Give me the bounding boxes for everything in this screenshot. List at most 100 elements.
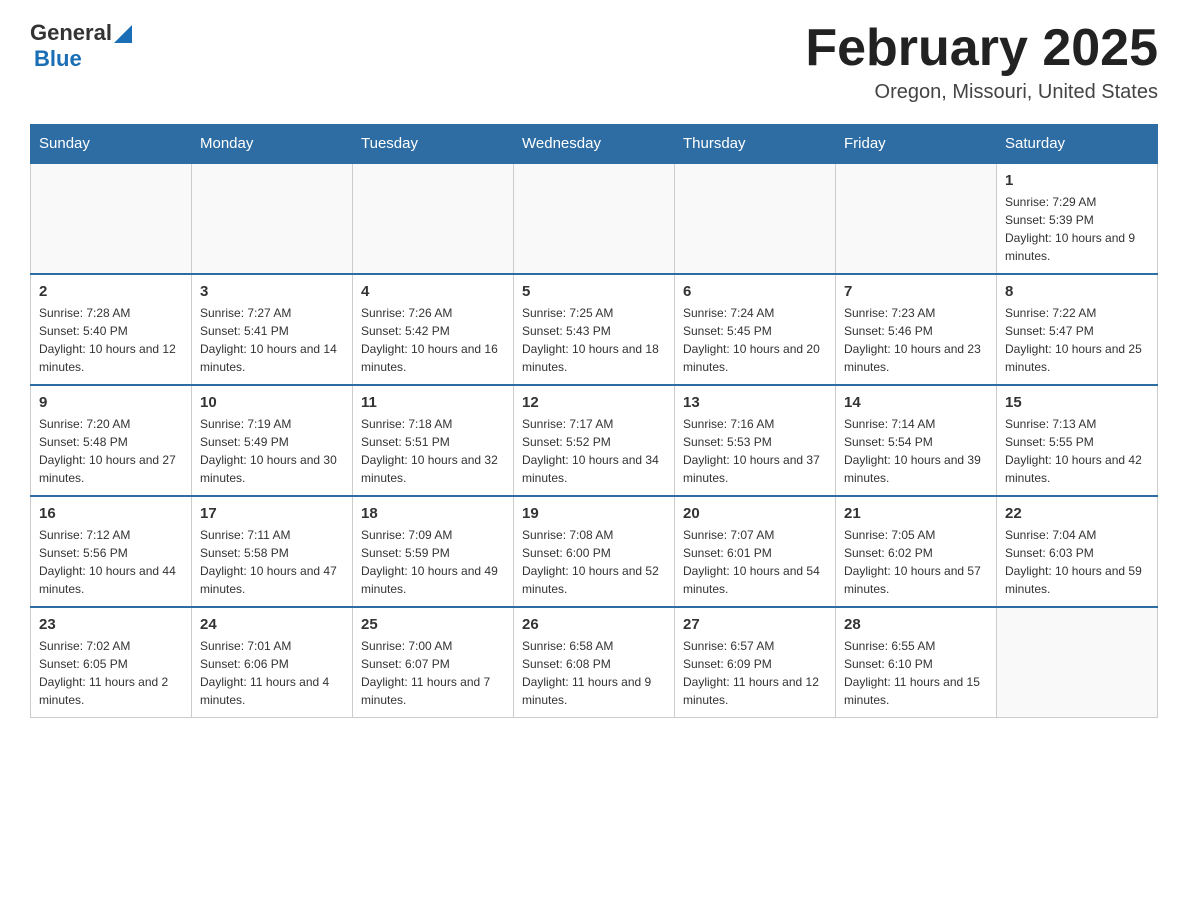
calendar-day-cell: 26 Sunrise: 6:58 AM Sunset: 6:08 PM Dayli… — [514, 607, 675, 718]
day-info: Sunrise: 7:05 AM Sunset: 6:02 PM Dayligh… — [844, 526, 988, 598]
header-thursday: Thursday — [675, 125, 836, 164]
day-number: 7 — [844, 283, 988, 300]
day-number: 17 — [200, 505, 344, 522]
calendar-day-cell: 7 Sunrise: 7:23 AM Sunset: 5:46 PM Daylig… — [836, 274, 997, 385]
day-info: Sunrise: 7:01 AM Sunset: 6:06 PM Dayligh… — [200, 637, 344, 709]
calendar-day-cell: 28Sunrise: 6:55 AM Sunset: 6:10 PM Dayli… — [836, 607, 997, 718]
day-number: 4 — [361, 283, 505, 300]
day-info: Sunrise: 7:29 AM Sunset: 5:39 PM Dayligh… — [1005, 193, 1149, 265]
day-info: Sunrise: 7:22 AM Sunset: 5:47 PM Dayligh… — [1005, 304, 1149, 376]
calendar-day-cell: 16Sunrise: 7:12 AM Sunset: 5:56 PM Dayli… — [31, 496, 192, 607]
calendar-day-cell: 4 Sunrise: 7:26 AM Sunset: 5:42 PM Daylig… — [353, 274, 514, 385]
day-info: Sunrise: 7:09 AM Sunset: 5:59 PM Dayligh… — [361, 526, 505, 598]
day-info: Sunrise: 7:00 AM Sunset: 6:07 PM Dayligh… — [361, 637, 505, 709]
day-number: 11 — [361, 394, 505, 411]
day-number: 14 — [844, 394, 988, 411]
day-number: 5 — [522, 283, 666, 300]
day-number: 23 — [39, 616, 183, 633]
calendar-day-cell: 25 Sunrise: 7:00 AM Sunset: 6:07 PM Dayli… — [353, 607, 514, 718]
calendar-day-cell — [514, 163, 675, 274]
day-info: Sunrise: 7:13 AM Sunset: 5:55 PM Dayligh… — [1005, 415, 1149, 487]
day-number: 25 — [361, 616, 505, 633]
day-number: 1 — [1005, 172, 1149, 189]
title-block: February 2025 Oregon, Missouri, United S… — [805, 20, 1158, 104]
day-number: 19 — [522, 505, 666, 522]
day-number: 3 — [200, 283, 344, 300]
day-number: 26 — [522, 616, 666, 633]
calendar-day-cell: 1 Sunrise: 7:29 AM Sunset: 5:39 PM Daylig… — [997, 163, 1158, 274]
calendar-day-cell: 14 Sunrise: 7:14 AM Sunset: 5:54 PM Dayli… — [836, 385, 997, 496]
day-info: Sunrise: 7:04 AM Sunset: 6:03 PM Dayligh… — [1005, 526, 1149, 598]
calendar-day-cell: 23 Sunrise: 7:02 AM Sunset: 6:05 PM Dayli… — [31, 607, 192, 718]
header-saturday: Saturday — [997, 125, 1158, 164]
day-number: 16 — [39, 505, 183, 522]
day-number: 8 — [1005, 283, 1149, 300]
calendar-header-row: SundayMondayTuesdayWednesdayThursdayFrid… — [31, 125, 1158, 164]
day-info: Sunrise: 7:16 AM Sunset: 5:53 PM Dayligh… — [683, 415, 827, 487]
calendar-table: SundayMondayTuesdayWednesdayThursdayFrid… — [30, 124, 1158, 718]
page-header: General Blue February 2025 Oregon, Misso… — [30, 20, 1158, 104]
logo: General Blue — [30, 20, 132, 72]
day-number: 6 — [683, 283, 827, 300]
day-number: 20 — [683, 505, 827, 522]
calendar-week-row: 9Sunrise: 7:20 AM Sunset: 5:48 PM Daylig… — [31, 385, 1158, 496]
calendar-day-cell — [192, 163, 353, 274]
day-number: 28 — [844, 616, 988, 633]
calendar-day-cell: 5 Sunrise: 7:25 AM Sunset: 5:43 PM Daylig… — [514, 274, 675, 385]
calendar-day-cell: 9Sunrise: 7:20 AM Sunset: 5:48 PM Daylig… — [31, 385, 192, 496]
calendar-week-row: 2 Sunrise: 7:28 AM Sunset: 5:40 PM Daylig… — [31, 274, 1158, 385]
day-info: Sunrise: 7:17 AM Sunset: 5:52 PM Dayligh… — [522, 415, 666, 487]
day-info: Sunrise: 7:20 AM Sunset: 5:48 PM Dayligh… — [39, 415, 183, 487]
calendar-day-cell: 22 Sunrise: 7:04 AM Sunset: 6:03 PM Dayli… — [997, 496, 1158, 607]
day-info: Sunrise: 7:24 AM Sunset: 5:45 PM Dayligh… — [683, 304, 827, 376]
calendar-day-cell — [997, 607, 1158, 718]
location-title: Oregon, Missouri, United States — [805, 81, 1158, 104]
calendar-day-cell — [836, 163, 997, 274]
logo-blue: Blue — [34, 46, 82, 71]
day-info: Sunrise: 7:02 AM Sunset: 6:05 PM Dayligh… — [39, 637, 183, 709]
calendar-day-cell: 21 Sunrise: 7:05 AM Sunset: 6:02 PM Dayli… — [836, 496, 997, 607]
calendar-day-cell — [31, 163, 192, 274]
day-number: 12 — [522, 394, 666, 411]
day-info: Sunrise: 7:25 AM Sunset: 5:43 PM Dayligh… — [522, 304, 666, 376]
calendar-day-cell: 17 Sunrise: 7:11 AM Sunset: 5:58 PM Dayli… — [192, 496, 353, 607]
calendar-day-cell: 27Sunrise: 6:57 AM Sunset: 6:09 PM Dayli… — [675, 607, 836, 718]
day-info: Sunrise: 7:11 AM Sunset: 5:58 PM Dayligh… — [200, 526, 344, 598]
calendar-week-row: 16Sunrise: 7:12 AM Sunset: 5:56 PM Dayli… — [31, 496, 1158, 607]
logo-general: General — [30, 20, 112, 46]
day-number: 10 — [200, 394, 344, 411]
calendar-day-cell: 12 Sunrise: 7:17 AM Sunset: 5:52 PM Dayli… — [514, 385, 675, 496]
day-number: 21 — [844, 505, 988, 522]
day-info: Sunrise: 6:57 AM Sunset: 6:09 PM Dayligh… — [683, 637, 827, 709]
day-info: Sunrise: 7:18 AM Sunset: 5:51 PM Dayligh… — [361, 415, 505, 487]
calendar-day-cell: 10Sunrise: 7:19 AM Sunset: 5:49 PM Dayli… — [192, 385, 353, 496]
day-info: Sunrise: 7:08 AM Sunset: 6:00 PM Dayligh… — [522, 526, 666, 598]
day-info: Sunrise: 7:14 AM Sunset: 5:54 PM Dayligh… — [844, 415, 988, 487]
day-info: Sunrise: 7:28 AM Sunset: 5:40 PM Dayligh… — [39, 304, 183, 376]
month-title: February 2025 — [805, 20, 1158, 77]
day-number: 22 — [1005, 505, 1149, 522]
calendar-week-row: 1 Sunrise: 7:29 AM Sunset: 5:39 PM Daylig… — [31, 163, 1158, 274]
calendar-day-cell: 18Sunrise: 7:09 AM Sunset: 5:59 PM Dayli… — [353, 496, 514, 607]
calendar-day-cell: 20 Sunrise: 7:07 AM Sunset: 6:01 PM Dayli… — [675, 496, 836, 607]
calendar-day-cell: 8 Sunrise: 7:22 AM Sunset: 5:47 PM Daylig… — [997, 274, 1158, 385]
calendar-day-cell — [675, 163, 836, 274]
calendar-day-cell: 6 Sunrise: 7:24 AM Sunset: 5:45 PM Daylig… — [675, 274, 836, 385]
calendar-day-cell: 2 Sunrise: 7:28 AM Sunset: 5:40 PM Daylig… — [31, 274, 192, 385]
calendar-day-cell: 24 Sunrise: 7:01 AM Sunset: 6:06 PM Dayli… — [192, 607, 353, 718]
calendar-week-row: 23 Sunrise: 7:02 AM Sunset: 6:05 PM Dayli… — [31, 607, 1158, 718]
day-info: Sunrise: 7:26 AM Sunset: 5:42 PM Dayligh… — [361, 304, 505, 376]
day-number: 24 — [200, 616, 344, 633]
day-info: Sunrise: 7:07 AM Sunset: 6:01 PM Dayligh… — [683, 526, 827, 598]
calendar-day-cell: 13 Sunrise: 7:16 AM Sunset: 5:53 PM Dayli… — [675, 385, 836, 496]
calendar-day-cell: 15 Sunrise: 7:13 AM Sunset: 5:55 PM Dayli… — [997, 385, 1158, 496]
day-info: Sunrise: 6:58 AM Sunset: 6:08 PM Dayligh… — [522, 637, 666, 709]
day-info: Sunrise: 7:23 AM Sunset: 5:46 PM Dayligh… — [844, 304, 988, 376]
header-monday: Monday — [192, 125, 353, 164]
header-friday: Friday — [836, 125, 997, 164]
day-number: 13 — [683, 394, 827, 411]
day-number: 15 — [1005, 394, 1149, 411]
header-tuesday: Tuesday — [353, 125, 514, 164]
calendar-day-cell: 3Sunrise: 7:27 AM Sunset: 5:41 PM Daylig… — [192, 274, 353, 385]
day-number: 2 — [39, 283, 183, 300]
